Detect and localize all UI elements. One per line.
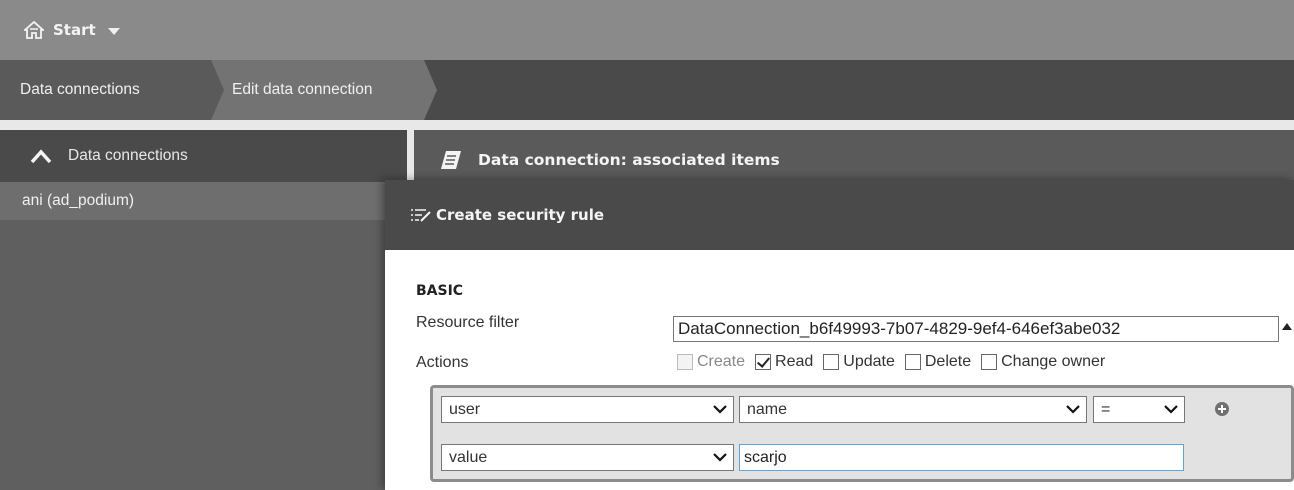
breadcrumb-data-connections[interactable]: Data connections — [0, 60, 224, 120]
action-create-label: Create — [697, 353, 746, 370]
sidebar-header-data-connections[interactable]: Data connections — [0, 130, 407, 182]
chevron-down-icon — [713, 453, 727, 462]
dialog-header: Create security rule — [385, 180, 1294, 250]
condition-operator-select[interactable]: = — [1093, 396, 1185, 423]
dialog-title: Create security rule — [436, 206, 605, 224]
condition-left-select-row1[interactable]: user — [441, 396, 734, 423]
condition-value-input[interactable]: scarjo — [739, 444, 1184, 471]
create-checkbox[interactable] — [677, 354, 693, 370]
delete-checkbox[interactable] — [904, 354, 921, 370]
action-delete[interactable]: Delete — [904, 353, 972, 371]
page-title: Data connection: associated items — [478, 151, 780, 169]
start-menu-button[interactable]: Start — [24, 0, 120, 60]
home-icon — [24, 20, 44, 39]
change-owner-checkbox[interactable] — [981, 354, 998, 370]
rule-edit-icon — [411, 209, 431, 222]
condition-right-value: name — [747, 401, 788, 418]
sidebar-header-label: Data connections — [68, 147, 188, 164]
chevron-down-icon — [107, 27, 120, 35]
action-delete-label: Delete — [924, 353, 972, 370]
top-bar: Start — [0, 0, 1294, 60]
action-update[interactable]: Update — [823, 353, 895, 371]
create-security-rule-dialog: Create security rule BASIC Resource filt… — [385, 180, 1294, 490]
sidebar: Data connections ani (ad_podium) — [0, 130, 407, 490]
action-read-label: Read — [775, 353, 814, 370]
resource-filter-input[interactable]: DataConnection_b6f49993-7b07-4829-9ef4-6… — [673, 316, 1279, 342]
condition-right-select-row1[interactable]: name — [739, 396, 1087, 423]
action-read[interactable]: Read — [755, 353, 813, 371]
action-change-owner-label: Change owner — [1001, 353, 1106, 370]
add-condition-icon[interactable] — [1215, 402, 1229, 416]
actions-checkbox-group: Create Read Update Delete Change owner — [677, 353, 1115, 371]
action-change-owner[interactable]: Change owner — [981, 353, 1105, 371]
action-update-label: Update — [843, 353, 895, 370]
breadcrumb-edit-data-connection[interactable]: Edit data connection — [211, 60, 437, 120]
condition-operator-value: = — [1101, 401, 1111, 418]
condition-left-select-row2[interactable]: value — [441, 444, 734, 471]
chevron-up-icon — [30, 149, 52, 164]
breadcrumb: Data connections Edit data connection — [0, 60, 1294, 120]
actions-label: Actions — [416, 354, 469, 371]
sidebar-item-ani[interactable]: ani (ad_podium) — [0, 182, 407, 220]
action-create[interactable]: Create — [677, 353, 745, 371]
document-icon — [441, 151, 461, 169]
update-checkbox[interactable] — [823, 354, 840, 370]
condition-row2-left-value: value — [449, 449, 488, 466]
chevron-down-icon — [1164, 405, 1178, 414]
chevron-down-icon — [1066, 405, 1080, 414]
condition-left-value: user — [449, 401, 481, 418]
resource-filter-label: Resource filter — [416, 314, 520, 331]
caret-up-icon[interactable] — [1282, 323, 1292, 330]
chevron-down-icon — [713, 405, 727, 414]
read-checkbox[interactable] — [755, 354, 772, 370]
start-label: Start — [53, 21, 96, 39]
section-title-basic: BASIC — [416, 283, 464, 299]
